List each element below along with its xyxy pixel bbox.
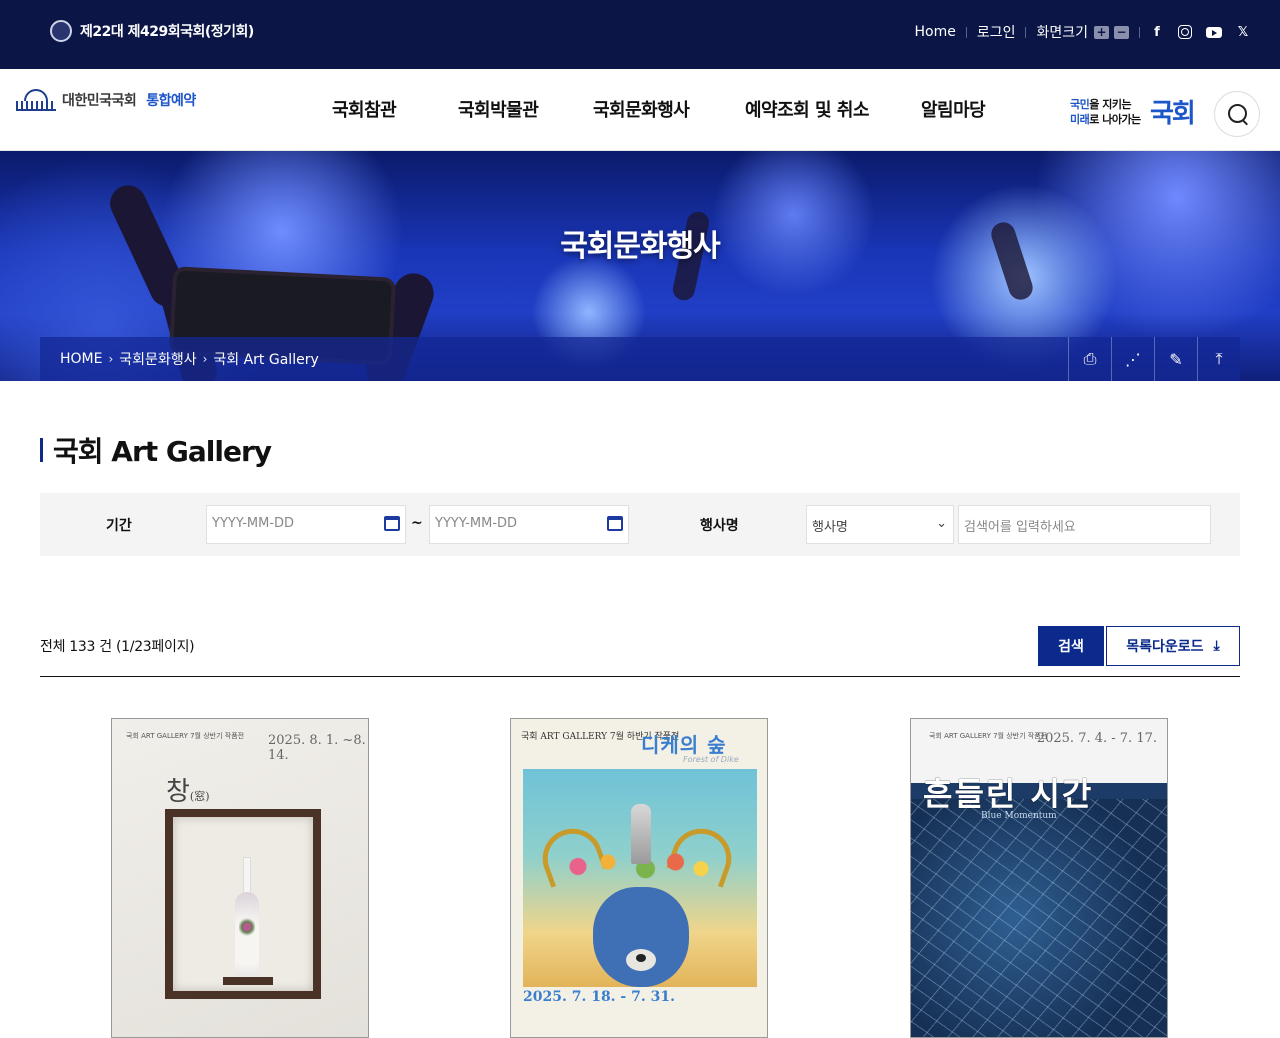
poster-title: 디케의 숲: [641, 733, 727, 757]
print-icon[interactable]: ⎙: [1068, 337, 1111, 381]
breadcrumb-culture[interactable]: 국회문화행사: [119, 349, 196, 369]
chevron-right-icon: ›: [108, 352, 114, 366]
divider: [965, 26, 967, 38]
poster-title: 흔들린 시간: [923, 775, 1094, 813]
session-text: 제22대 제429회국회(정기회): [80, 24, 254, 40]
download-label: 목록다운로드: [1126, 639, 1204, 655]
slogan-logo: 국민을 지키는 미래로 나아가는 국회: [1070, 93, 1202, 129]
poster-header: 국회 ART GALLERY 7월 상반기 작품전: [929, 732, 1048, 740]
poster-artwork: [165, 809, 321, 999]
vase-image: [235, 857, 259, 977]
sub-visual-banner: 국회문화행사 HOME › 국회문화행사 › 국회 Art Gallery ⎙ …: [0, 151, 1280, 381]
search-icon[interactable]: [1214, 91, 1260, 137]
assembly-emblem-icon: [50, 20, 72, 42]
banner-title: 국회문화행사: [560, 229, 721, 264]
edit-icon[interactable]: ✎: [1154, 337, 1197, 381]
download-icon: ⤓: [1213, 638, 1220, 654]
chevron-down-icon: ⌄: [936, 516, 947, 531]
gallery-card-2[interactable]: 국회 ART GALLERY 7월 하반기 작품전 디케의 숲 Forest o…: [510, 718, 768, 1038]
logo-text: 대한민국국회: [62, 93, 137, 109]
x-twitter-icon[interactable]: 𝕏: [1236, 25, 1250, 40]
gallery-card-1[interactable]: 국회 ART GALLERY 7월 상반기 작품전 2025. 8. 1. ~8…: [111, 718, 369, 1038]
nav-item-culture-events[interactable]: 국회문화행사: [593, 96, 745, 122]
global-nav: 국회참관 국회박물관 국회문화행사 예약조회 및 취소 알림마당: [332, 96, 986, 122]
site-logo[interactable]: 대한민국국회 통합예약: [16, 89, 196, 111]
poster-artwork: [911, 799, 1167, 1037]
breadcrumb-bar: HOME › 국회문화행사 › 국회 Art Gallery ⎙ ⋰ ✎ ⤒: [40, 337, 1240, 381]
poster-artwork: [523, 769, 757, 987]
period-label: 기간: [106, 518, 132, 534]
login-link[interactable]: 로그인: [977, 22, 1016, 42]
zoom-in-button[interactable]: +: [1094, 25, 1109, 39]
divider: [1025, 26, 1027, 38]
calendar-icon[interactable]: [607, 516, 623, 531]
scroll-top-icon[interactable]: ⤒: [1197, 337, 1240, 381]
poster-subtitle: Blue Momentum: [981, 811, 1057, 821]
page-heading: 국회 Art Gallery: [53, 435, 272, 468]
date-range-separator: ~: [411, 515, 423, 531]
poster-date: 2025. 7. 4. - 7. 17.: [1036, 731, 1157, 746]
share-icon[interactable]: ⋰: [1111, 337, 1154, 381]
search-button[interactable]: 검색: [1038, 626, 1104, 666]
logo-subtext: 통합예약: [146, 93, 196, 109]
page-title: 국회 Art Gallery: [40, 430, 272, 470]
nav-item-reservation[interactable]: 예약조회 및 취소: [745, 96, 921, 122]
page-tools: ⎙ ⋰ ✎ ⤒: [1068, 337, 1240, 381]
poster-date: 2025. 8. 1. ~8. 14.: [268, 733, 366, 763]
poster-date: 2025. 7. 18. - 7. 31.: [523, 989, 675, 1005]
font-size-label: 화면크기: [1036, 25, 1088, 41]
poster-header: 국회 ART GALLERY 7월 상반기 작품전: [126, 732, 245, 740]
youtube-icon[interactable]: [1206, 26, 1222, 38]
main-header: 대한민국국회 통합예약 국회참관 국회박물관 국회문화행사 예약조회 및 취소 …: [0, 69, 1280, 151]
search-filter: 기간 YYYY-MM-DD ~ YYYY-MM-DD 행사명 행사명 ⌄ 검색어…: [40, 493, 1240, 556]
utility-links: Home 로그인 화면크기 + − f 𝕏: [914, 22, 1250, 42]
nav-item-museum[interactable]: 국회박물관: [458, 96, 593, 122]
calendar-icon[interactable]: [384, 516, 400, 531]
deer-image: [593, 887, 689, 987]
keyword-input[interactable]: 검색어를 입력하세요: [958, 505, 1211, 544]
start-date-input[interactable]: YYYY-MM-DD: [206, 505, 406, 544]
list-divider: [40, 676, 1240, 677]
nav-item-notices[interactable]: 알림마당: [921, 96, 986, 122]
poster-subtitle: Forest of Dike: [683, 755, 739, 764]
slogan-big-text: 국회: [1150, 99, 1196, 129]
breadcrumb-current[interactable]: 국회 Art Gallery: [213, 349, 318, 369]
download-list-button[interactable]: 목록다운로드 ⤓: [1106, 626, 1240, 666]
nav-item-tour[interactable]: 국회참관: [332, 96, 458, 122]
breadcrumb: HOME › 국회문화행사 › 국회 Art Gallery: [60, 349, 319, 369]
event-select[interactable]: 행사명 ⌄: [806, 505, 954, 544]
zoom-out-button[interactable]: −: [1114, 25, 1129, 39]
instagram-icon[interactable]: [1178, 25, 1192, 39]
assembly-building-icon: [16, 89, 56, 111]
title-accent-bar: [40, 438, 43, 462]
chevron-right-icon: ›: [202, 352, 208, 366]
event-label: 행사명: [700, 518, 739, 534]
divider: [1139, 26, 1140, 38]
facebook-icon[interactable]: f: [1150, 25, 1164, 40]
top-utility-bar: 제22대 제429회국회(정기회) Home 로그인 화면크기 + − f 𝕏: [0, 0, 1280, 69]
gallery-card-3[interactable]: 국회 ART GALLERY 7월 상반기 작품전 2025. 7. 4. - …: [910, 718, 1168, 1038]
poster-title: 창(窓): [166, 777, 210, 807]
breadcrumb-home[interactable]: HOME: [60, 351, 102, 367]
session-info: 제22대 제429회국회(정기회): [50, 20, 254, 42]
result-count: 전체 133 건 (1/23페이지): [40, 639, 195, 655]
end-date-input[interactable]: YYYY-MM-DD: [429, 505, 629, 544]
home-link[interactable]: Home: [914, 24, 955, 40]
